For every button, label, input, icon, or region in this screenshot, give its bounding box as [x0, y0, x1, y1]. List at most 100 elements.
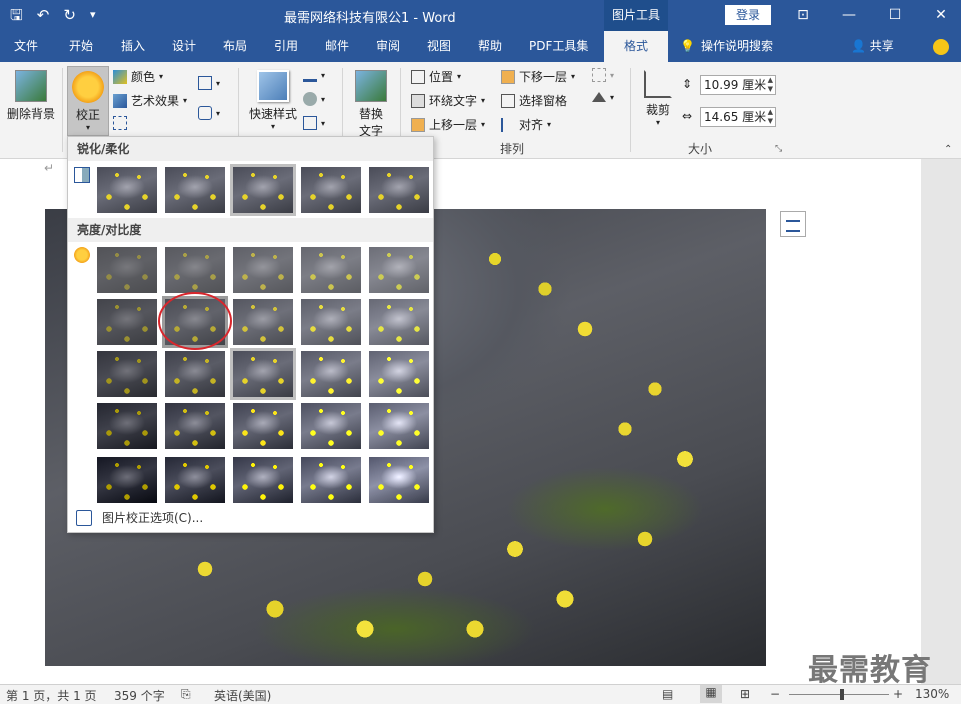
maximize-icon[interactable]: ☐ [872, 0, 918, 31]
brightness-contrast-option[interactable] [369, 351, 429, 397]
sharpen-soften-icon [74, 167, 90, 183]
brightness-contrast-option[interactable] [301, 457, 361, 503]
save-icon[interactable]: 🖫 [10, 5, 23, 25]
width-input[interactable]: 14.65 厘米 ▲ ▼ [700, 107, 776, 127]
spin-arrows-icon[interactable]: ▲ ▼ [768, 76, 773, 94]
picture-effects-button[interactable]: ▾ [303, 92, 325, 106]
sharpen-soften-option[interactable] [97, 167, 157, 213]
sharpen-soften-option[interactable] [301, 167, 361, 213]
tab-design[interactable]: 设计 [172, 31, 196, 62]
login-button[interactable]: 登录 [725, 5, 771, 25]
sharpen-soften-option[interactable] [369, 167, 429, 213]
brightness-contrast-option[interactable] [97, 457, 157, 503]
send-backward-button[interactable]: 下移一层 ▾ [501, 68, 575, 85]
print-layout-icon[interactable]: ▦ [700, 685, 722, 703]
brightness-contrast-option[interactable] [369, 299, 429, 345]
word-count[interactable]: 359 个字 [114, 687, 165, 704]
align-label: 对齐 [519, 118, 544, 132]
brightness-contrast-option[interactable] [233, 403, 293, 449]
brightness-contrast-option[interactable] [301, 351, 361, 397]
picture-border-button[interactable]: ▾ [303, 68, 325, 82]
brightness-contrast-option[interactable] [97, 299, 157, 345]
ribbon-display-options-icon[interactable]: ⊡ [780, 0, 826, 31]
picture-corrections-options-link[interactable]: 图片校正选项(C)... [76, 509, 203, 526]
brightness-contrast-option[interactable] [233, 299, 293, 345]
alt-text-button[interactable]: 替换 文字 [350, 70, 392, 139]
brightness-contrast-option[interactable] [97, 351, 157, 397]
height-input[interactable]: 10.99 厘米 ▲ ▼ [700, 75, 776, 95]
size-dialog-launcher-icon[interactable]: ⤡ [775, 144, 782, 154]
page-count[interactable]: 第 1 页，共 1 页 [6, 687, 97, 704]
brightness-contrast-option[interactable] [165, 457, 225, 503]
share-button[interactable]: 👤 共享 [851, 31, 894, 62]
sharpen-soften-option[interactable] [230, 164, 296, 216]
brightness-contrast-option[interactable] [369, 457, 429, 503]
align-button[interactable]: 对齐 ▾ [501, 116, 551, 133]
zoom-out-icon[interactable]: − [770, 687, 780, 701]
reset-picture-button[interactable]: ▾ [198, 106, 220, 120]
brightness-contrast-option[interactable] [233, 457, 293, 503]
web-layout-icon[interactable]: ⊞ [740, 687, 750, 701]
remove-background-button[interactable]: 删除背景 [6, 70, 56, 122]
corrections-button[interactable]: 校正 ▾ [67, 66, 109, 136]
layout-options-icon[interactable] [780, 211, 806, 237]
tab-help[interactable]: 帮助 [478, 31, 502, 62]
zoom-level[interactable]: 130% [915, 687, 949, 701]
brightness-contrast-option[interactable] [301, 299, 361, 345]
picture-layout-button[interactable]: ▾ [303, 116, 325, 130]
brightness-contrast-option[interactable] [97, 403, 157, 449]
minimize-icon[interactable]: — [826, 0, 872, 31]
tell-me-search[interactable]: 💡 操作说明搜索 [680, 31, 773, 62]
collapse-ribbon-icon[interactable]: ⌃ [944, 144, 952, 155]
brightness-contrast-option[interactable] [165, 403, 225, 449]
brightness-contrast-option[interactable] [165, 247, 225, 293]
tab-format[interactable]: 格式 [604, 31, 668, 62]
close-icon[interactable]: ✕ [918, 0, 961, 31]
feedback-smiley-icon[interactable] [933, 39, 949, 55]
zoom-in-icon[interactable]: + [893, 687, 903, 701]
brightness-contrast-option[interactable] [301, 403, 361, 449]
brightness-contrast-option[interactable] [369, 247, 429, 293]
tab-review[interactable]: 审阅 [376, 31, 400, 62]
tab-mailings[interactable]: 邮件 [325, 31, 349, 62]
brightness-contrast-option[interactable] [97, 247, 157, 293]
artistic-effects-button[interactable]: 艺术效果 ▾ [113, 92, 187, 109]
zoom-slider-track[interactable] [789, 694, 889, 695]
rotate-button[interactable]: ▾ [592, 92, 614, 102]
compress-pictures-button[interactable]: ▾ [198, 76, 220, 90]
undo-icon[interactable]: ↶ [37, 5, 50, 25]
tell-me-label: 操作说明搜索 [700, 39, 773, 53]
zoom-slider-thumb[interactable] [840, 689, 844, 700]
brightness-contrast-option[interactable] [230, 348, 296, 400]
position-button[interactable]: 位置 ▾ [411, 68, 461, 85]
brightness-contrast-option[interactable] [301, 247, 361, 293]
tab-home[interactable]: 开始 [69, 31, 93, 62]
redo-icon[interactable]: ↻ [63, 5, 76, 25]
proofing-icon[interactable]: ⎘ [181, 687, 191, 702]
tab-layout[interactable]: 布局 [223, 31, 247, 62]
spin-arrows-icon[interactable]: ▲ ▼ [768, 108, 773, 126]
tab-insert[interactable]: 插入 [121, 31, 145, 62]
quick-styles-button[interactable]: 快速样式 ▾ [245, 70, 301, 131]
brightness-contrast-option[interactable] [165, 351, 225, 397]
transparency-button[interactable] [113, 116, 127, 130]
brightness-contrast-option[interactable] [369, 403, 429, 449]
position-icon [411, 69, 425, 84]
wrap-text-button[interactable]: 环绕文字 ▾ [411, 92, 485, 109]
customize-qat-icon[interactable]: ▾ [90, 5, 96, 25]
read-mode-icon[interactable]: ▤ [662, 687, 673, 701]
vertical-scrollbar[interactable] [921, 159, 961, 684]
tab-view[interactable]: 视图 [427, 31, 451, 62]
color-button[interactable]: 颜色 ▾ [113, 68, 163, 85]
language-status[interactable]: 英语(美国) [214, 687, 271, 704]
brightness-contrast-option[interactable] [233, 247, 293, 293]
selection-pane-button[interactable]: 选择窗格 [501, 92, 567, 109]
sharpen-soften-option[interactable] [165, 167, 225, 213]
bring-forward-button[interactable]: 上移一层 ▾ [411, 116, 485, 133]
crop-button[interactable]: 裁剪 ▾ [640, 70, 676, 127]
tab-pdf-tools[interactable]: PDF工具集 [529, 31, 588, 62]
position-label: 位置 [429, 70, 454, 84]
tab-file[interactable]: 文件 [14, 31, 38, 62]
group-objects-button[interactable]: ▾ [592, 68, 614, 82]
tab-references[interactable]: 引用 [274, 31, 298, 62]
